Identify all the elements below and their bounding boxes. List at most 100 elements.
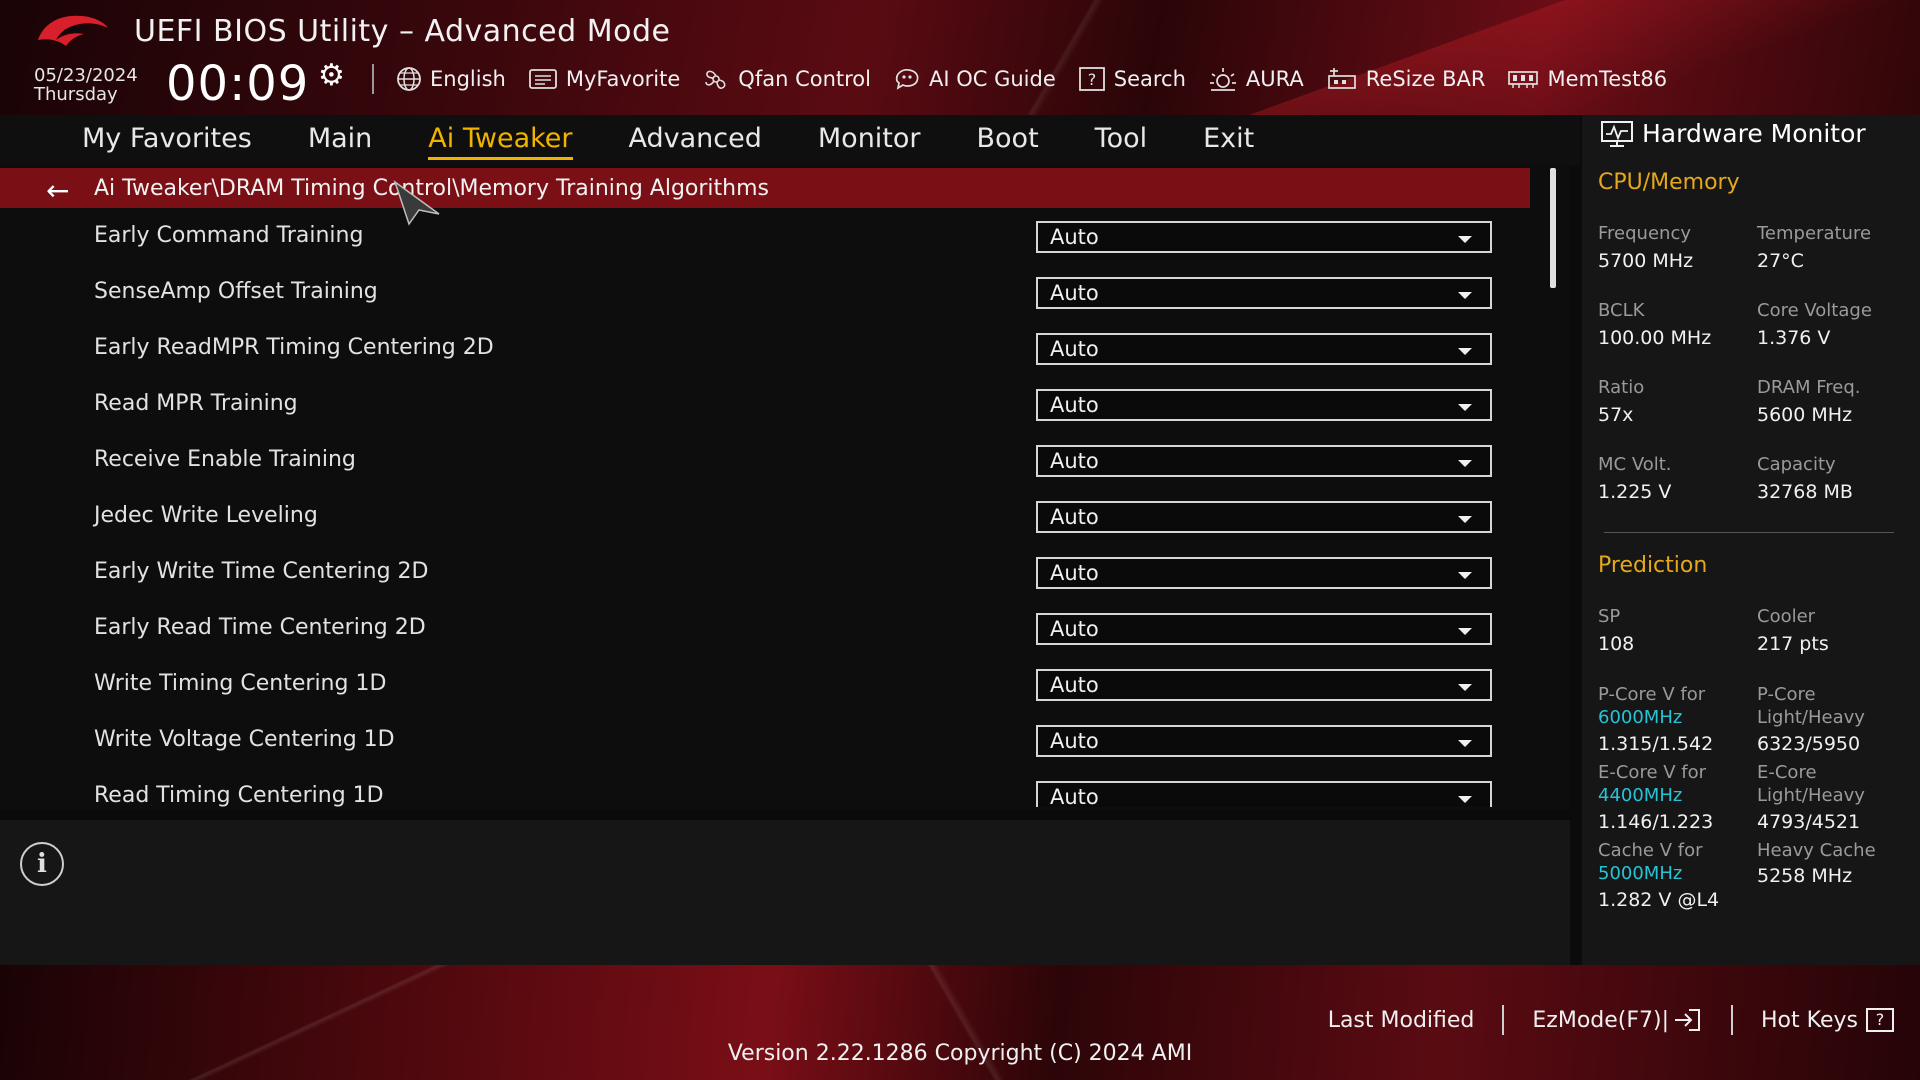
hardware-monitor-panel: Hardware Monitor CPU/Memory Frequency 57… <box>1582 115 1920 965</box>
setting-row: Jedec Write Leveling Auto <box>0 499 1540 555</box>
cache-v-label: Cache V for <box>1598 840 1703 861</box>
hot-keys-button[interactable]: Hot Keys ? <box>1761 1008 1894 1033</box>
setting-dropdown[interactable]: Auto <box>1036 389 1492 421</box>
language-label: English <box>430 67 506 91</box>
setting-row: Early Write Time Centering 2D Auto <box>0 555 1540 611</box>
clock-display: 00:09 <box>166 56 310 112</box>
back-arrow-icon[interactable]: ← <box>46 174 69 207</box>
ezmode-label: EzMode(F7)| <box>1532 1007 1670 1033</box>
footer-divider <box>1731 1005 1734 1035</box>
ecore-v-freq: 4400MHz <box>1598 785 1683 806</box>
bclk-label: BCLK <box>1598 300 1645 321</box>
setting-dropdown[interactable]: Auto <box>1036 501 1492 533</box>
ai-oc-guide-button[interactable]: AI OC Guide <box>893 67 1056 91</box>
core-voltage-label: Core Voltage <box>1757 300 1872 321</box>
setting-dropdown[interactable]: Auto <box>1036 669 1492 701</box>
language-button[interactable]: English <box>396 66 506 92</box>
dropdown-value: Auto <box>1050 393 1099 417</box>
tab-ai-tweaker[interactable]: Ai Tweaker <box>428 123 573 160</box>
tab-my-favorites[interactable]: My Favorites <box>82 123 252 158</box>
dropdown-value: Auto <box>1050 281 1099 305</box>
caret-down-icon <box>1458 348 1472 355</box>
monitor-icon <box>1601 120 1633 147</box>
search-button[interactable]: ? Search <box>1078 66 1186 92</box>
app-title: UEFI BIOS Utility – Advanced Mode <box>134 14 671 49</box>
setting-row: Read MPR Training Auto <box>0 387 1540 443</box>
tab-tool[interactable]: Tool <box>1095 123 1147 158</box>
tab-exit[interactable]: Exit <box>1203 123 1254 158</box>
setting-label: Read Timing Centering 1D <box>94 783 384 807</box>
capacity-value: 32768 MB <box>1757 481 1853 503</box>
myfavorite-button[interactable]: MyFavorite <box>528 67 680 91</box>
search-icon: ? <box>1078 67 1105 91</box>
tab-monitor[interactable]: Monitor <box>818 123 921 158</box>
dropdown-value: Auto <box>1050 673 1099 697</box>
setting-dropdown[interactable]: Auto <box>1036 333 1492 365</box>
temperature-value: 27°C <box>1757 250 1804 272</box>
tab-main[interactable]: Main <box>308 123 372 158</box>
tab-advanced[interactable]: Advanced <box>629 123 762 158</box>
pcore-lh-value: 6323/5950 <box>1757 733 1861 755</box>
setting-dropdown[interactable]: Auto <box>1036 277 1492 309</box>
ecore-lh-value: 4793/4521 <box>1757 811 1861 833</box>
resize-bar-button[interactable]: ReSize BAR <box>1326 66 1486 92</box>
cooler-label: Cooler <box>1757 606 1816 627</box>
hardware-monitor-title: Hardware Monitor <box>1642 119 1866 148</box>
setting-dropdown[interactable]: Auto <box>1036 221 1492 253</box>
setting-dropdown[interactable]: Auto <box>1036 557 1492 589</box>
cpu-memory-heading: CPU/Memory <box>1598 170 1740 195</box>
setting-dropdown[interactable]: Auto <box>1036 445 1492 477</box>
caret-down-icon <box>1458 684 1472 691</box>
heavy-cache-value: 5258 MHz <box>1757 865 1853 887</box>
header-bar: UEFI BIOS Utility – Advanced Mode 05/23/… <box>0 0 1920 115</box>
bclk-value: 100.00 MHz <box>1598 327 1712 349</box>
settings-list: Early Command Training Auto SenseAmp Off… <box>0 219 1540 807</box>
setting-dropdown[interactable]: Auto <box>1036 781 1492 807</box>
globe-icon <box>397 67 421 91</box>
mouse-cursor-icon <box>393 180 440 226</box>
dropdown-value: Auto <box>1050 225 1099 249</box>
setting-label: Early Read Time Centering 2D <box>94 615 426 640</box>
dram-freq-label: DRAM Freq. <box>1757 377 1861 398</box>
qfan-control-button[interactable]: Qfan Control <box>702 65 871 93</box>
ratio-value: 57x <box>1598 404 1634 426</box>
settings-panel: ← Ai Tweaker\DRAM Timing Control\Memory … <box>0 165 1570 810</box>
gear-icon[interactable]: ⚙ <box>318 58 345 93</box>
ai-guide-icon <box>895 69 919 90</box>
core-voltage-value: 1.376 V <box>1757 327 1831 349</box>
aura-button[interactable]: AURA <box>1208 66 1304 92</box>
setting-row: SenseAmp Offset Training Auto <box>0 275 1540 331</box>
help-info-panel: i <box>0 820 1570 965</box>
setting-label: Early ReadMPR Timing Centering 2D <box>94 335 494 360</box>
qfan-label: Qfan Control <box>738 67 871 91</box>
tab-boot[interactable]: Boot <box>977 123 1039 158</box>
scrollbar-thumb[interactable] <box>1550 168 1556 288</box>
memtest-icon <box>1508 71 1539 88</box>
dram-freq-value: 5600 MHz <box>1757 404 1853 426</box>
resize-bar-icon <box>1327 68 1356 89</box>
weekday-text: Thursday <box>34 84 118 105</box>
setting-dropdown[interactable]: Auto <box>1036 613 1492 645</box>
caret-down-icon <box>1458 292 1472 299</box>
ezmode-button[interactable]: EzMode(F7)| <box>1532 1007 1703 1033</box>
setting-dropdown[interactable]: Auto <box>1036 725 1492 757</box>
setting-row: Write Voltage Centering 1D Auto <box>0 723 1540 779</box>
dropdown-value: Auto <box>1050 561 1099 585</box>
footer-divider <box>1502 1005 1505 1035</box>
caret-down-icon <box>1458 796 1472 803</box>
info-icon: i <box>20 842 64 886</box>
exit-arrow-icon <box>1675 1009 1701 1031</box>
last-modified-button[interactable]: Last Modified <box>1328 1008 1475 1033</box>
caret-down-icon <box>1458 740 1472 747</box>
top-toolbar: English MyFavorite Qfan Control AI OC Gu… <box>372 64 1689 94</box>
cache-v-value: 1.282 V @L4 <box>1598 889 1720 911</box>
setting-label: Receive Enable Training <box>94 447 356 472</box>
resize-bar-label: ReSize BAR <box>1365 67 1486 91</box>
dropdown-value: Auto <box>1050 785 1099 807</box>
heavy-cache-label: Heavy Cache <box>1757 840 1876 861</box>
setting-label: Write Voltage Centering 1D <box>94 727 395 752</box>
caret-down-icon <box>1458 628 1472 635</box>
memtest-button[interactable]: MemTest86 <box>1507 67 1667 91</box>
svg-text:?: ? <box>1088 70 1097 89</box>
dropdown-value: Auto <box>1050 505 1099 529</box>
